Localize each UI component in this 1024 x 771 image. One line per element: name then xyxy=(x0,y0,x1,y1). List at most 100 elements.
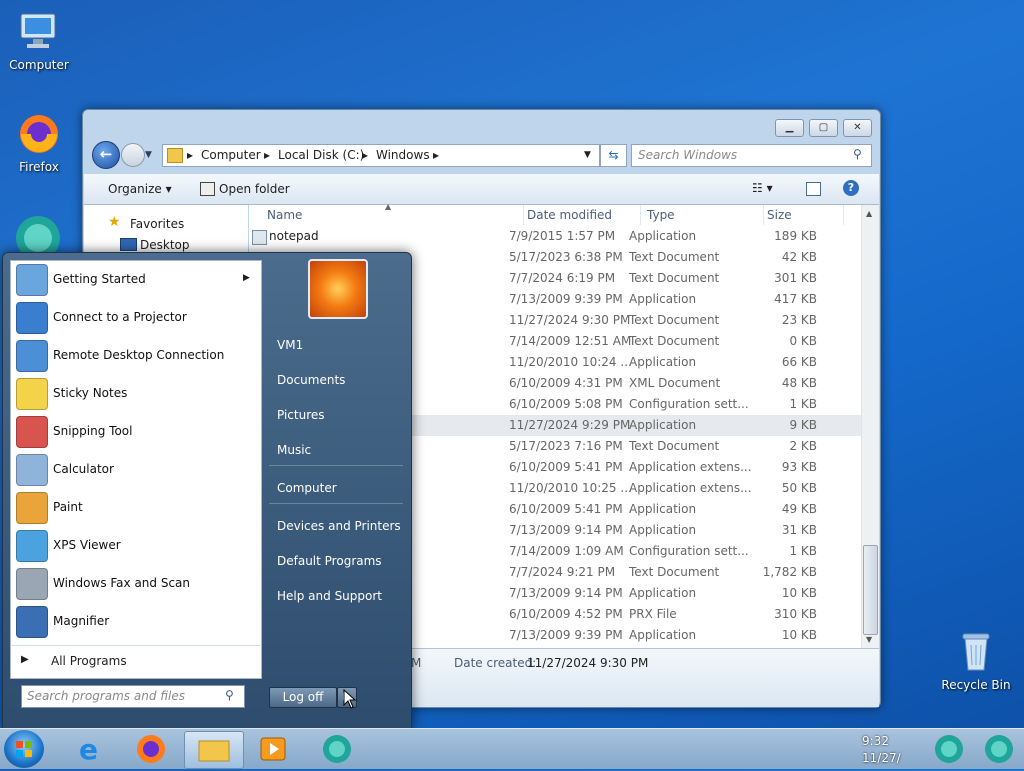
view-options-icon[interactable]: ☷ ▾ xyxy=(752,181,773,195)
breadcrumb-separator: ▸ xyxy=(433,148,440,162)
start-program-item[interactable]: Connect to a Projector xyxy=(11,299,261,337)
scroll-down-arrow[interactable]: ▼ xyxy=(866,635,872,644)
tray-app-2[interactable] xyxy=(974,731,1024,767)
log-off-button[interactable]: Log off xyxy=(269,687,337,708)
taskbar-windows-explorer[interactable] xyxy=(184,731,244,769)
start-right-item[interactable]: Default Programs xyxy=(277,554,382,568)
file-type: Application extens... xyxy=(629,460,752,474)
user-picture-flower[interactable] xyxy=(308,259,368,319)
program-icon xyxy=(16,530,48,562)
scroll-thumb[interactable] xyxy=(863,545,878,635)
search-input[interactable]: Search Windows ⚲ xyxy=(631,144,872,167)
scroll-up-arrow[interactable]: ▲ xyxy=(866,209,872,218)
start-program-item[interactable]: Getting Started ▶ xyxy=(11,261,261,299)
breadcrumb-windows[interactable]: Windows xyxy=(376,148,430,162)
open-folder-button[interactable]: Open folder xyxy=(219,182,290,196)
file-size: 2 KB xyxy=(789,439,817,453)
all-programs-label: All Programs xyxy=(51,654,127,668)
taskbar-app[interactable] xyxy=(308,731,366,767)
start-menu-separator xyxy=(269,503,403,504)
start-right-item[interactable]: Pictures xyxy=(277,408,325,422)
file-type: Application xyxy=(629,355,697,369)
start-right-item[interactable]: Help and Support xyxy=(277,589,382,603)
start-right-item[interactable]: VM1 xyxy=(277,338,303,352)
file-date: 7/13/2009 9:39 PM xyxy=(509,292,623,306)
file-type: Application xyxy=(629,586,697,600)
file-size: 1,782 KB xyxy=(762,565,817,579)
recent-pages-dropdown[interactable]: ▼ xyxy=(145,150,152,160)
desktop-icon-recycle-bin[interactable]: Recycle Bin xyxy=(940,630,1012,692)
file-size: 42 KB xyxy=(781,250,817,264)
submenu-arrow-icon: ▶ xyxy=(243,273,250,283)
app-icon xyxy=(985,735,1013,763)
clock-date[interactable]: 11/27/ xyxy=(862,751,901,765)
refresh-button[interactable]: ⇆ xyxy=(600,144,627,167)
start-right-item[interactable]: Music xyxy=(277,443,311,457)
start-program-item[interactable]: Remote Desktop Connection xyxy=(11,337,261,375)
start-program-item[interactable]: Paint xyxy=(11,489,261,527)
program-label: Sticky Notes xyxy=(53,386,128,400)
breadcrumb-local-disk[interactable]: Local Disk (C:) xyxy=(278,148,364,162)
firefox-icon xyxy=(17,112,61,156)
start-program-item[interactable]: Calculator xyxy=(11,451,261,489)
column-header-size[interactable]: Size xyxy=(764,205,844,225)
all-programs-button[interactable]: ▶ All Programs xyxy=(10,645,262,679)
minimize-button[interactable]: ▁ xyxy=(775,119,804,137)
search-icon[interactable]: ⚲ xyxy=(853,147,862,161)
column-header-type[interactable]: Type xyxy=(644,205,764,225)
organize-button[interactable]: Organize ▾ xyxy=(108,182,172,196)
column-header-name[interactable]: Name xyxy=(264,205,524,225)
desktop-icon-firefox[interactable]: Firefox xyxy=(4,112,74,174)
start-right-item[interactable]: Documents xyxy=(277,373,345,387)
address-dropdown[interactable]: ▼ xyxy=(584,150,591,160)
program-label: Snipping Tool xyxy=(53,424,133,438)
breadcrumb-separator: ▸ xyxy=(187,148,194,162)
preview-pane-icon[interactable] xyxy=(806,182,821,196)
back-button[interactable]: ← xyxy=(92,141,120,169)
vertical-scrollbar[interactable]: ▲ ▼ xyxy=(861,205,879,648)
file-size: 310 KB xyxy=(774,607,817,621)
file-size: 48 KB xyxy=(781,376,817,390)
taskbar-firefox[interactable] xyxy=(122,731,180,767)
file-size: 189 KB xyxy=(774,229,817,243)
column-header-date[interactable]: Date modified xyxy=(524,205,641,225)
program-icon xyxy=(16,416,48,448)
file-date: 7/14/2009 1:09 AM xyxy=(509,544,624,558)
file-size: 10 KB xyxy=(781,586,817,600)
arrow-right-icon: ▶ xyxy=(21,654,29,665)
nav-favorites[interactable]: Favorites xyxy=(130,217,184,231)
start-program-item[interactable]: Magnifier xyxy=(11,603,261,641)
search-icon[interactable]: ⚲ xyxy=(225,688,234,702)
file-row[interactable]: notepad 7/9/2015 1:57 PM Application 189 KB xyxy=(249,226,861,247)
desktop-icon-label: Recycle Bin xyxy=(941,678,1011,692)
taskbar-media-player[interactable] xyxy=(244,731,302,767)
help-icon[interactable]: ? xyxy=(843,180,859,196)
start-search-placeholder: Search programs and files xyxy=(27,689,185,703)
maximize-button[interactable]: ▢ xyxy=(809,119,838,137)
file-type: Text Document xyxy=(629,250,720,264)
details-date-created-value: 11/27/2024 9:30 PM xyxy=(527,656,649,670)
file-size: 23 KB xyxy=(781,313,817,327)
nav-desktop[interactable]: Desktop xyxy=(140,238,190,252)
start-program-item[interactable]: XPS Viewer xyxy=(11,527,261,565)
file-date: 7/13/2009 9:14 PM xyxy=(509,523,623,537)
desktop-icon-computer[interactable]: Computer xyxy=(4,10,74,72)
forward-button[interactable] xyxy=(121,143,145,167)
start-program-item[interactable]: Windows Fax and Scan xyxy=(11,565,261,603)
taskbar-internet-explorer[interactable]: e xyxy=(62,731,120,767)
clock-time[interactable]: 9:32 xyxy=(862,734,889,748)
address-bar[interactable]: ▸ Computer ▸ Local Disk (C:) ▸ Windows ▸… xyxy=(162,144,600,167)
start-right-item[interactable]: Computer xyxy=(277,481,337,495)
start-search-input[interactable]: Search programs and files ⚲ xyxy=(21,685,245,708)
start-button[interactable] xyxy=(4,730,44,768)
program-icon xyxy=(16,378,48,410)
start-right-item[interactable]: Devices and Printers xyxy=(277,519,401,533)
breadcrumb-computer[interactable]: Computer xyxy=(201,148,261,162)
start-program-item[interactable]: Sticky Notes xyxy=(11,375,261,413)
start-program-item[interactable]: Snipping Tool xyxy=(11,413,261,451)
close-button[interactable]: ✕ xyxy=(843,119,872,137)
tray-app-1[interactable] xyxy=(924,731,974,767)
file-date: 11/20/2010 10:24 ... xyxy=(509,355,632,369)
program-icon xyxy=(16,454,48,486)
desktop-app-icon[interactable] xyxy=(14,214,62,260)
